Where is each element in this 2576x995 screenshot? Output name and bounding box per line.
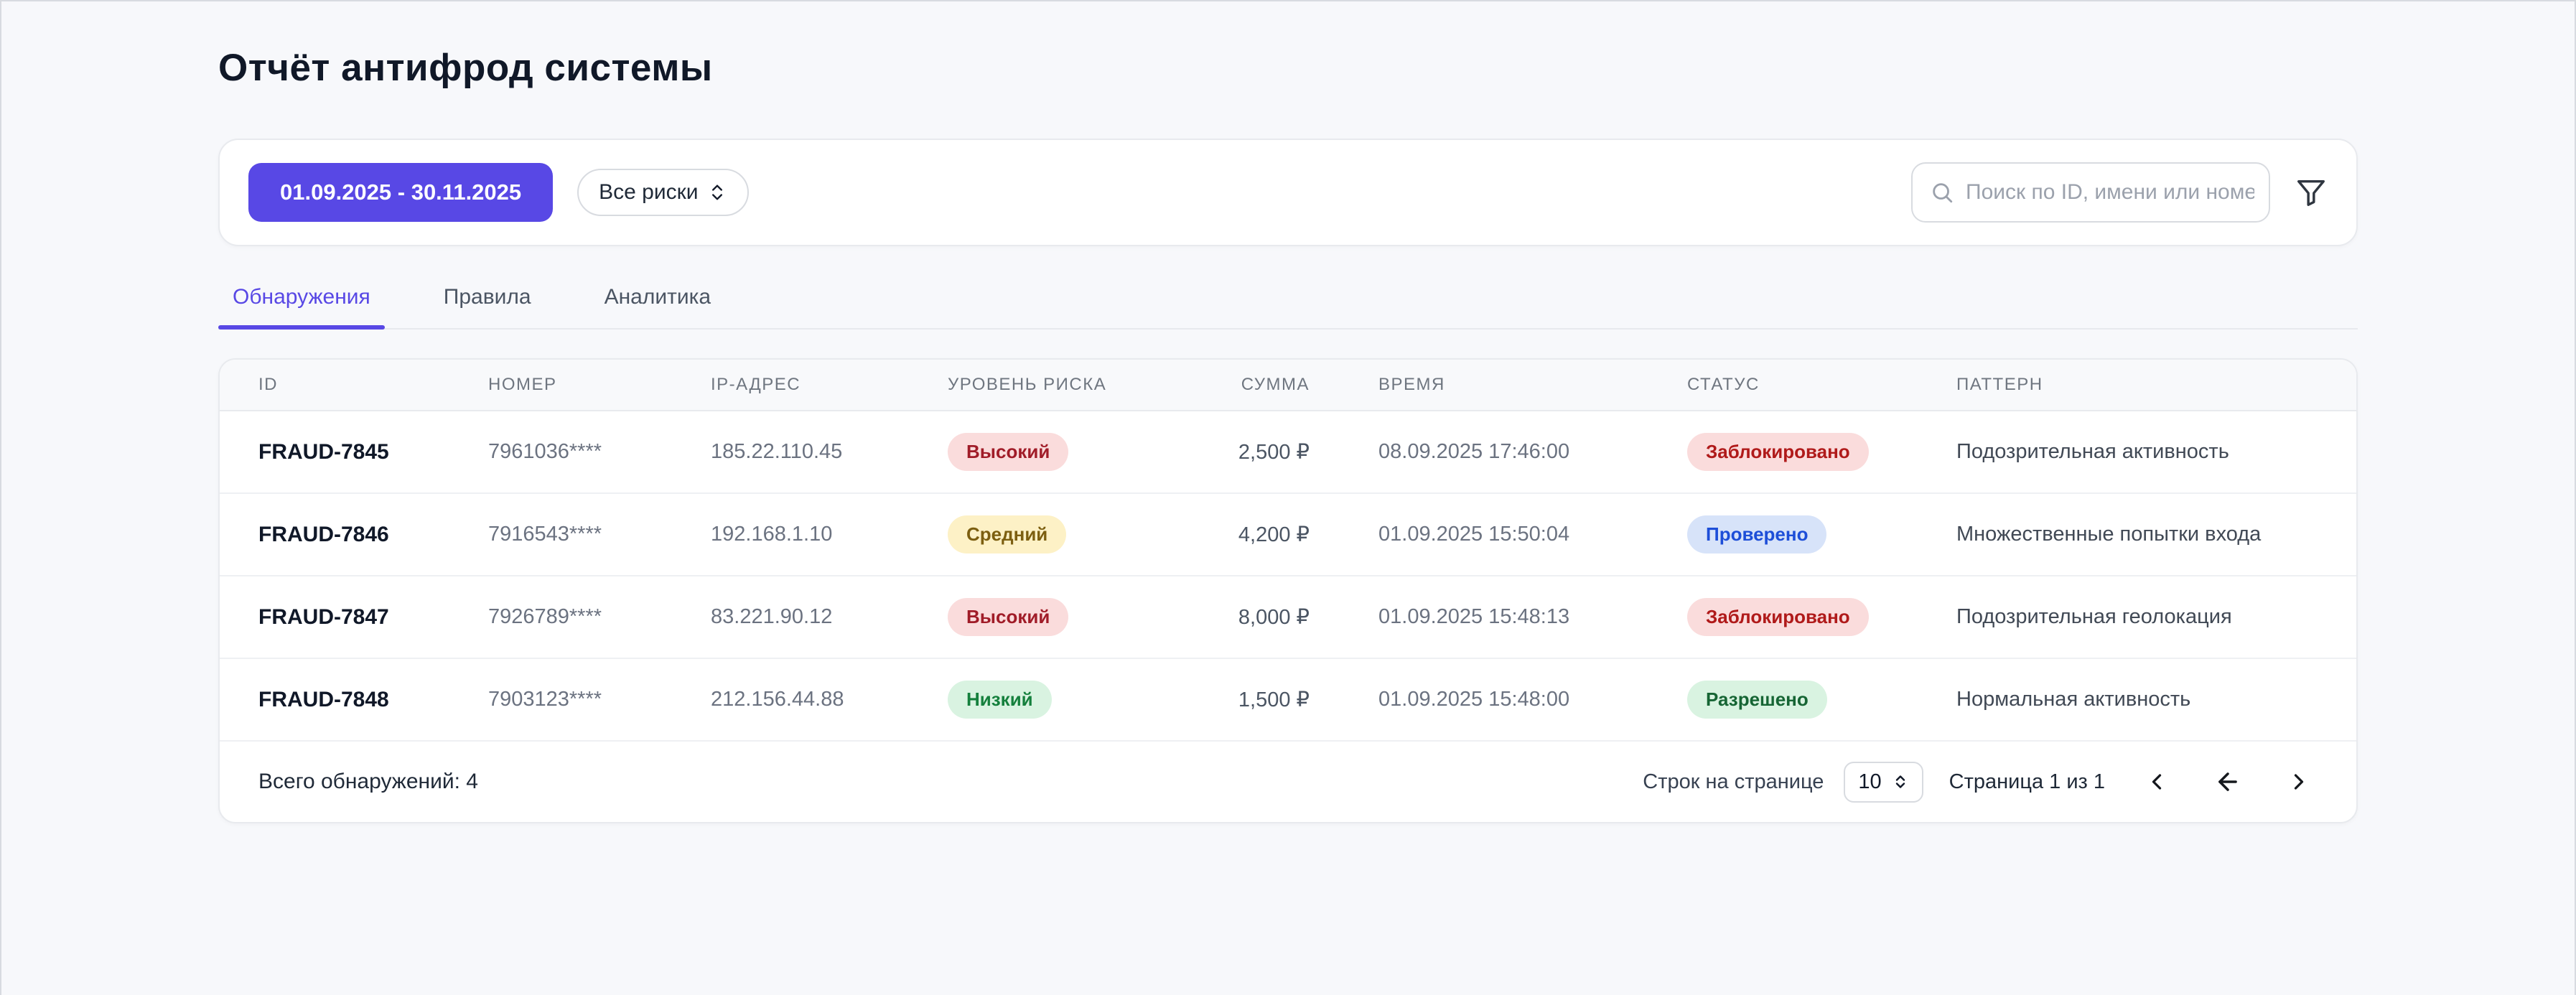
cell-pattern: Подозрительная активность [1956,440,2318,464]
risk-badge: Высокий [948,433,1068,471]
cell-number: 7916543**** [488,523,711,546]
cell-status: Проверено [1687,515,1956,553]
cell-status: Разрешено [1687,681,1956,719]
cell-amount: 8,000 ₽ [1185,604,1378,630]
detections-table: ID НОМЕР IP-АДРЕС УРОВЕНЬ РИСКА СУММА ВР… [218,358,2358,823]
cell-time: 01.09.2025 15:48:00 [1378,688,1687,711]
risk-badge: Высокий [948,598,1068,636]
column-header-status: СТАТУС [1687,375,1956,395]
main-content: Отчёт антифрод системы 01.09.2025 - 30.1… [218,46,2358,823]
date-range-button[interactable]: 01.09.2025 - 30.11.2025 [248,163,553,222]
pagination-next-button[interactable] [2280,763,2318,800]
cell-number: 7926789**** [488,605,711,629]
page-title: Отчёт антифрод системы [218,46,2358,90]
cell-ip-address: 185.22.110.45 [711,440,948,464]
cell-ip-address: 212.156.44.88 [711,688,948,711]
cell-id: FRAUD-7847 [258,605,488,630]
tab-detections[interactable]: Обнаружения [218,285,385,328]
tab-analytics[interactable]: Аналитика [590,285,726,328]
cell-number: 7961036**** [488,440,711,464]
cell-time: 08.09.2025 17:46:00 [1378,440,1687,464]
table-footer: Всего обнаружений: 4 Строк на странице 1… [220,742,2356,822]
cell-number: 7903123**** [488,688,711,711]
risk-badge: Низкий [948,681,1052,719]
total-detections-label: Всего обнаружений: 4 [258,770,478,794]
column-header-pattern: ПАТТЕРН [1956,375,2318,395]
cell-id: FRAUD-7845 [258,440,488,464]
status-badge: Разрешено [1687,681,1827,719]
cell-id: FRAUD-7846 [258,523,488,547]
table-row[interactable]: FRAUD-7846 7916543**** 192.168.1.10 Сред… [220,494,2356,576]
cell-id: FRAUD-7848 [258,688,488,712]
rows-per-page-label: Строк на странице [1643,770,1824,794]
cell-amount: 4,200 ₽ [1185,522,1378,547]
column-header-time: ВРЕМЯ [1378,375,1687,395]
chevron-left-icon [2144,769,2170,795]
chevrons-up-down-icon [707,182,727,202]
table-row[interactable]: FRAUD-7848 7903123**** 212.156.44.88 Низ… [220,659,2356,742]
table-header-row: ID НОМЕР IP-АДРЕС УРОВЕНЬ РИСКА СУММА ВР… [220,360,2356,411]
cell-time: 01.09.2025 15:48:13 [1378,605,1687,629]
cell-time: 01.09.2025 15:50:04 [1378,523,1687,546]
chevron-right-icon [2286,769,2312,795]
search-box [1911,162,2270,223]
cell-pattern: Подозрительная геолокация [1956,605,2318,629]
column-header-ip: IP-АДРЕС [711,375,948,395]
risk-filter-label: Все риски [599,180,698,205]
cell-amount: 1,500 ₽ [1185,687,1378,712]
cell-ip-address: 192.168.1.10 [711,523,948,546]
page-info-label: Страница 1 из 1 [1949,770,2105,794]
cell-risk: Высокий [948,598,1185,636]
risk-badge: Средний [948,515,1066,553]
rows-per-page-value: 10 [1858,770,1881,794]
cell-amount: 2,500 ₽ [1185,439,1378,464]
table-body: FRAUD-7845 7961036**** 185.22.110.45 Выс… [220,411,2356,742]
pagination-controls: Строк на странице 10 Страница 1 из 1 [1643,762,2318,803]
risk-filter-select[interactable]: Все риски [577,169,748,216]
pagination-prev-button[interactable] [2138,763,2175,800]
table-row[interactable]: FRAUD-7847 7926789**** 83.221.90.12 Высо… [220,576,2356,659]
filter-bar: 01.09.2025 - 30.11.2025 Все риски [218,139,2358,246]
rows-per-page-select[interactable]: 10 [1844,762,1923,803]
column-header-amount: СУММА [1185,375,1378,395]
cell-status: Заблокировано [1687,433,1956,471]
status-badge: Заблокировано [1687,433,1869,471]
column-header-risk: УРОВЕНЬ РИСКА [948,375,1185,395]
arrow-left-icon [2214,768,2241,795]
table-row[interactable]: FRAUD-7845 7961036**** 185.22.110.45 Выс… [220,411,2356,494]
cell-risk: Низкий [948,681,1185,719]
cell-pattern: Нормальная активность [1956,688,2318,711]
tab-rules[interactable]: Правила [429,285,546,328]
chevrons-up-down-icon [1892,773,1909,790]
search-icon [1930,180,1954,205]
pagination-back-button[interactable] [2208,762,2247,801]
status-badge: Заблокировано [1687,598,1869,636]
cell-risk: Высокий [948,433,1185,471]
cell-pattern: Множественные попытки входа [1956,523,2318,546]
search-input[interactable] [1966,180,2254,205]
cell-risk: Средний [948,515,1185,553]
tab-bar: Обнаружения Правила Аналитика [218,285,2358,330]
cell-status: Заблокировано [1687,598,1956,636]
status-badge: Проверено [1687,515,1826,553]
cell-ip-address: 83.221.90.12 [711,605,948,629]
column-header-number: НОМЕР [488,375,711,395]
filter-funnel-icon[interactable] [2295,176,2328,209]
column-header-id: ID [258,375,488,395]
